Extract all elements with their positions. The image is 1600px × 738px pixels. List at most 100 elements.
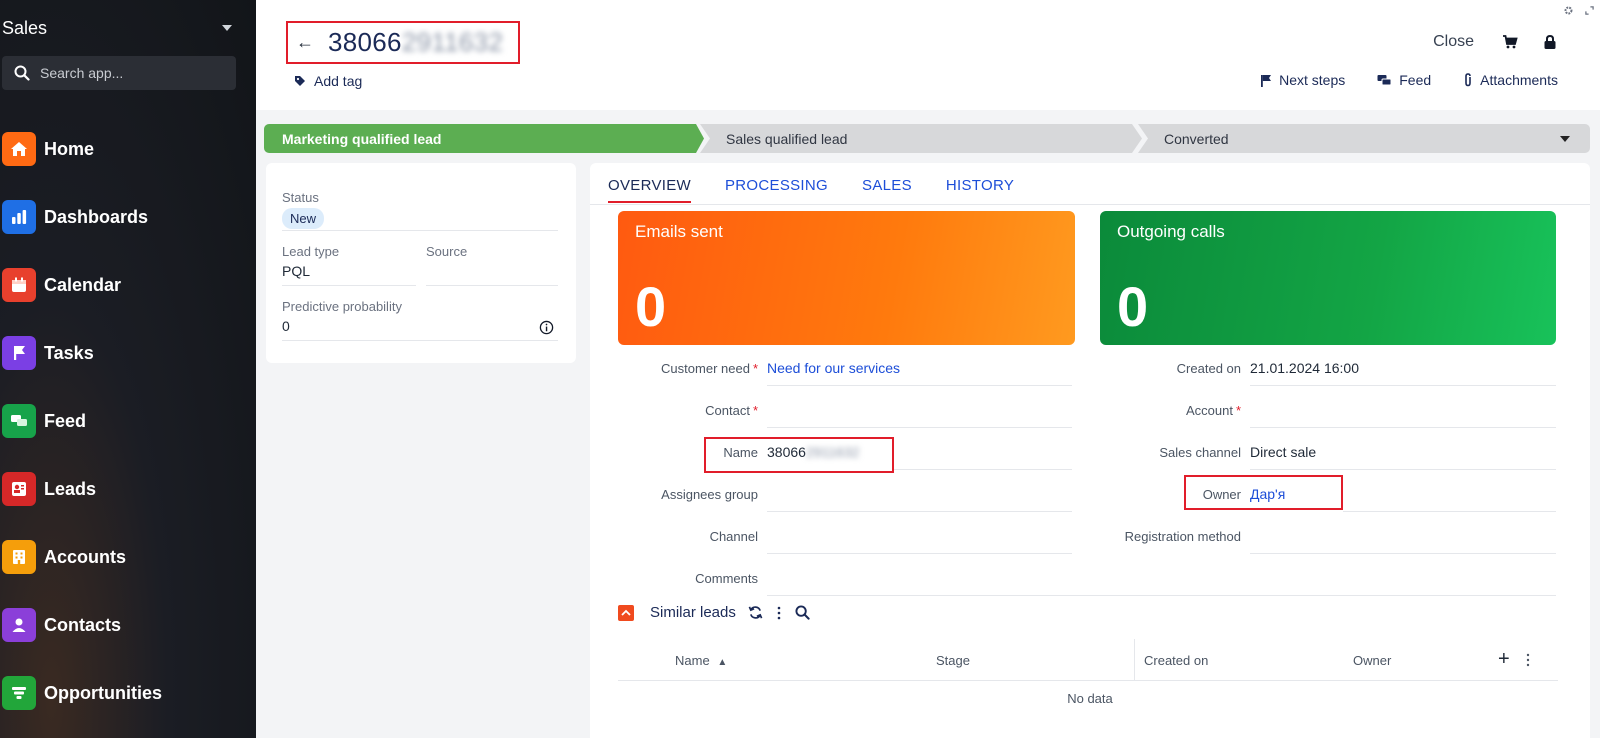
- sort-ascending-icon: ▲: [717, 657, 728, 668]
- created-value: 21.01.2024 16:00: [1250, 360, 1359, 376]
- lock-icon[interactable]: [1542, 34, 1558, 50]
- cart-icon[interactable]: [1502, 34, 1518, 50]
- owner-row: Owner: [1090, 481, 1241, 511]
- registration-field[interactable]: [1250, 553, 1556, 554]
- name-row: Name: [590, 439, 758, 469]
- app-search[interactable]: [2, 56, 236, 90]
- tab-history[interactable]: HISTORY: [946, 177, 1014, 203]
- chevron-down-icon[interactable]: [222, 25, 232, 31]
- account-field[interactable]: [1250, 427, 1556, 428]
- sidebar-item-label: Home: [44, 138, 95, 159]
- probability-label: Predictive probability: [282, 299, 402, 314]
- lead-summary-card: Status New Lead type PQL Source Predicti…: [266, 163, 576, 363]
- funnel-icon: [2, 676, 36, 710]
- divider: [282, 230, 558, 231]
- info-icon[interactable]: [539, 320, 554, 335]
- owner-label: Owner: [1202, 487, 1241, 502]
- column-header-stage[interactable]: Stage: [936, 653, 970, 668]
- column-header-owner[interactable]: Owner: [1353, 653, 1391, 668]
- sidebar-item-label: Feed: [44, 410, 87, 431]
- customer-need-value[interactable]: Need for our services: [767, 360, 900, 376]
- feed-button[interactable]: Feed: [1377, 72, 1431, 88]
- emails-sent-tile[interactable]: Emails sent 0: [618, 211, 1075, 345]
- stage-label: Marketing qualified lead: [282, 130, 442, 147]
- assignees-field[interactable]: [767, 511, 1072, 512]
- expand-icon[interactable]: [1585, 6, 1594, 15]
- channel-field[interactable]: [767, 553, 1072, 554]
- chevron-up-icon: [621, 609, 631, 616]
- stage-marketing-qualified[interactable]: Marketing qualified lead: [264, 124, 704, 153]
- refresh-icon[interactable]: [748, 605, 763, 620]
- probability-field: Predictive probability 0: [282, 299, 402, 334]
- lead-type-field[interactable]: Lead type PQL: [282, 244, 339, 279]
- similar-leads-title: Similar leads: [650, 604, 736, 621]
- comments-field[interactable]: [767, 595, 1556, 596]
- contact-field[interactable]: [767, 427, 1072, 428]
- contact-label: Contact *: [705, 403, 758, 418]
- registration-row: Registration method: [1090, 523, 1241, 553]
- divider: [426, 285, 558, 286]
- add-tag-button[interactable]: Add tag: [294, 73, 362, 89]
- sidebar-item-home[interactable]: Home: [2, 115, 250, 183]
- owner-value[interactable]: Дар'я: [1250, 486, 1285, 502]
- stage-sales-qualified[interactable]: Sales qualified lead: [700, 124, 1142, 153]
- outgoing-calls-tile[interactable]: Outgoing calls 0: [1100, 211, 1556, 345]
- comments-row: Comments: [590, 565, 758, 595]
- add-column-icon[interactable]: +: [1498, 648, 1510, 671]
- tab-overview[interactable]: OVERVIEW: [608, 177, 691, 203]
- tab-sales[interactable]: SALES: [862, 177, 912, 203]
- chat-bubbles-icon: [2, 404, 36, 438]
- sidebar-item-leads[interactable]: Leads: [2, 455, 250, 523]
- sidebar-item-accounts[interactable]: Accounts: [2, 523, 250, 591]
- stage-converted[interactable]: Converted: [1138, 124, 1590, 153]
- app-switcher[interactable]: Sales: [2, 16, 234, 40]
- column-header-name[interactable]: Name ▲: [675, 653, 727, 668]
- attachments-button[interactable]: Attachments: [1463, 72, 1558, 88]
- more-vertical-icon[interactable]: [777, 606, 781, 620]
- search-icon[interactable]: [795, 605, 810, 620]
- column-divider: [1134, 639, 1135, 681]
- header-actions: Next steps Feed Attachments: [1260, 72, 1558, 88]
- sidebar-item-calendar[interactable]: Calendar: [2, 251, 250, 319]
- sidebar-item-tasks[interactable]: Tasks: [2, 319, 250, 387]
- flag-icon: [2, 336, 36, 370]
- similar-leads-header: Similar leads: [618, 604, 810, 621]
- window-controls: [1564, 6, 1594, 15]
- divider: [1250, 469, 1556, 470]
- sales-channel-row: Sales channel: [1090, 439, 1241, 469]
- app-title: Sales: [2, 17, 48, 38]
- sidebar-nav: Home Dashboards Calendar Tasks Feed Lead…: [2, 115, 250, 727]
- similar-leads-tools: [748, 605, 810, 620]
- feed-label: Feed: [1399, 72, 1432, 88]
- channel-label: Channel: [709, 529, 758, 544]
- chevron-down-icon[interactable]: [1560, 136, 1570, 142]
- account-label: Account *: [1185, 403, 1241, 418]
- sidebar-item-contacts[interactable]: Contacts: [2, 591, 250, 659]
- sidebar-item-label: Dashboards: [44, 206, 149, 227]
- sidebar-item-feed[interactable]: Feed: [2, 387, 250, 455]
- close-button[interactable]: Close: [1433, 33, 1474, 51]
- tab-processing[interactable]: PROCESSING: [725, 177, 828, 203]
- name-value[interactable]: 380662911632: [767, 444, 859, 460]
- sidebar-item-opportunities[interactable]: Opportunities: [2, 659, 250, 727]
- probability-value: 0: [282, 318, 290, 334]
- sidebar-item-dashboards[interactable]: Dashboards: [2, 183, 250, 251]
- column-header-created-on[interactable]: Created on: [1144, 653, 1208, 668]
- sales-channel-label: Sales channel: [1159, 445, 1241, 460]
- gear-icon[interactable]: [1564, 6, 1573, 15]
- status-badge[interactable]: New: [282, 208, 325, 229]
- next-steps-button[interactable]: Next steps: [1260, 72, 1345, 88]
- back-arrow-icon[interactable]: ←: [296, 32, 314, 53]
- sidebar-item-label: Contacts: [44, 614, 122, 635]
- tile-value: 0: [635, 275, 667, 338]
- more-vertical-icon[interactable]: [1526, 653, 1530, 667]
- leads-icon: [2, 472, 36, 506]
- page-title: 380662911632: [328, 27, 503, 58]
- stage-label: Converted: [1164, 130, 1229, 147]
- app-search-input[interactable]: [40, 65, 220, 81]
- source-field[interactable]: Source: [426, 244, 467, 263]
- collapse-button[interactable]: [618, 604, 634, 621]
- lead-type-label: Lead type: [282, 244, 340, 259]
- assignees-label: Assignees group: [661, 487, 758, 502]
- sales-channel-value[interactable]: Direct sale: [1250, 444, 1316, 460]
